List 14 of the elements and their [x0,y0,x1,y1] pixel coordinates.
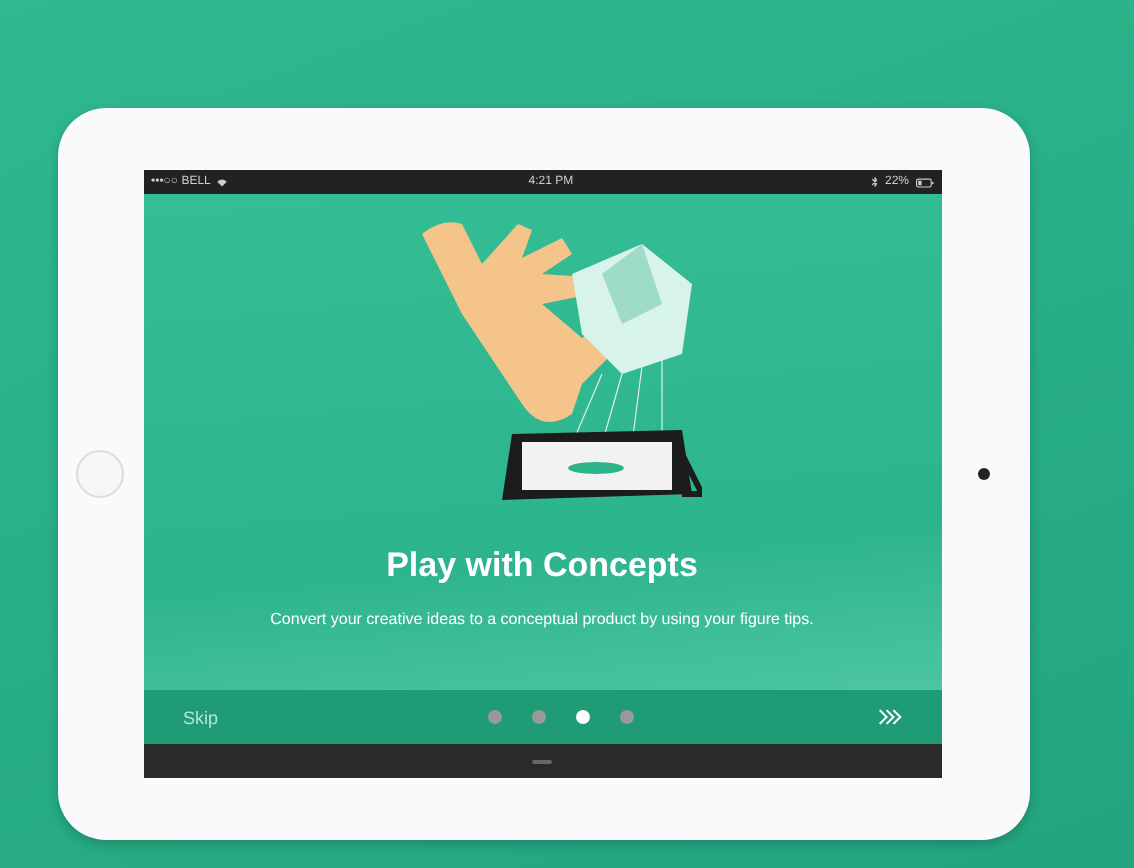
battery-icon [915,177,933,187]
page-dot[interactable] [531,710,545,724]
skip-link[interactable]: Skip [183,707,219,727]
onboarding-description: Convert your creative ideas to a conceptual product by using your figure tips. [270,610,814,628]
page-dot[interactable] [575,710,589,724]
wifi-icon [216,177,229,187]
next-icon[interactable] [877,708,901,726]
onboarding-title: Play with Concepts [386,546,698,586]
page-dot[interactable] [487,710,501,724]
home-button[interactable] [76,450,124,498]
camera-dot [978,468,990,480]
home-indicator [532,759,552,763]
page-dot[interactable] [619,710,633,724]
bluetooth-icon [872,176,879,188]
